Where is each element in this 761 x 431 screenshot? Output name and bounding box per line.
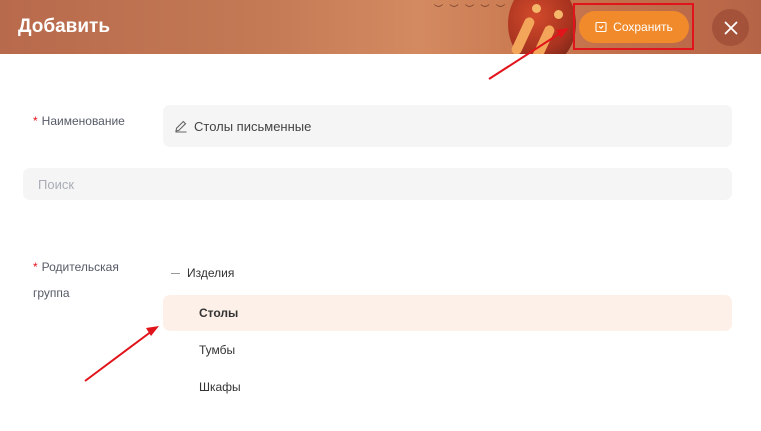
arrow-to-stoly (84, 326, 159, 382)
balloon-decoration (508, 0, 576, 54)
pencil-icon (175, 120, 187, 133)
close-button[interactable] (712, 9, 749, 46)
modal-title: Добавить (18, 16, 111, 37)
tree-item-shkafy[interactable]: Шкафы (163, 369, 732, 405)
save-button[interactable]: Сохранить (579, 11, 689, 43)
parent-group-label: * Родительская группа (33, 260, 119, 300)
close-icon (724, 21, 737, 34)
required-mark: * (33, 114, 38, 128)
name-label: * Наименование (33, 114, 125, 128)
required-mark: * (33, 260, 38, 274)
tree-root-item[interactable]: Изделия (171, 266, 234, 280)
name-value: Столы письменные (194, 118, 312, 134)
birds-decoration: ︶ ︶ ︶ ︶ ︶ (434, 4, 508, 14)
name-field[interactable]: Столы письменные (163, 105, 732, 147)
tree-root-label: Изделия (187, 266, 235, 280)
modal-header: ︶ ︶ ︶ ︶ ︶ Добавить Сохранить (0, 0, 761, 54)
tree-item-tumby[interactable]: Тумбы (163, 332, 732, 368)
save-icon (595, 21, 607, 33)
tree-item-stoly[interactable]: Столы (163, 295, 732, 331)
collapse-dash-icon (171, 272, 180, 274)
save-button-label: Сохранить (613, 20, 673, 34)
search-input[interactable] (23, 168, 732, 200)
